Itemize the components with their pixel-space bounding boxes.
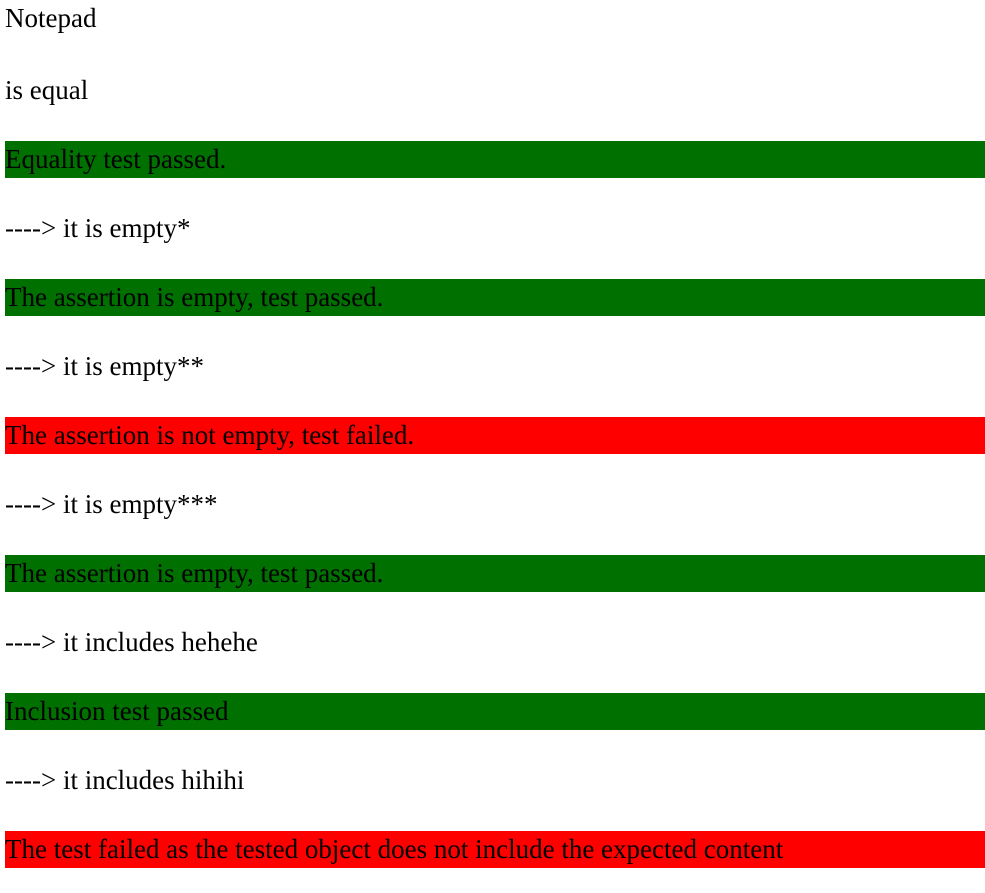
result-bar-pass: The assertion is empty, test passed. [5, 555, 985, 592]
test-label: ----> it includes hehehe [5, 627, 258, 657]
test-heading: is equal [5, 75, 89, 105]
test-label: ----> it is empty** [5, 351, 204, 381]
page-title: Notepad [5, 3, 97, 33]
test-results-page: Notepad is equal Equality test passed. -… [0, 0, 985, 893]
result-bar-pass: Equality test passed. [5, 141, 985, 178]
test-label: ----> it is empty*** [5, 489, 218, 519]
result-bar-fail: The test failed as the tested object doe… [5, 831, 985, 868]
result-bar-pass: The assertion is empty, test passed. [5, 279, 985, 316]
result-bar-pass: Inclusion test passed [5, 693, 985, 730]
test-label: ----> it includes hihihi [5, 765, 245, 795]
result-bar-fail: The assertion is not empty, test failed. [5, 417, 985, 454]
test-label: ----> it is empty* [5, 213, 191, 243]
